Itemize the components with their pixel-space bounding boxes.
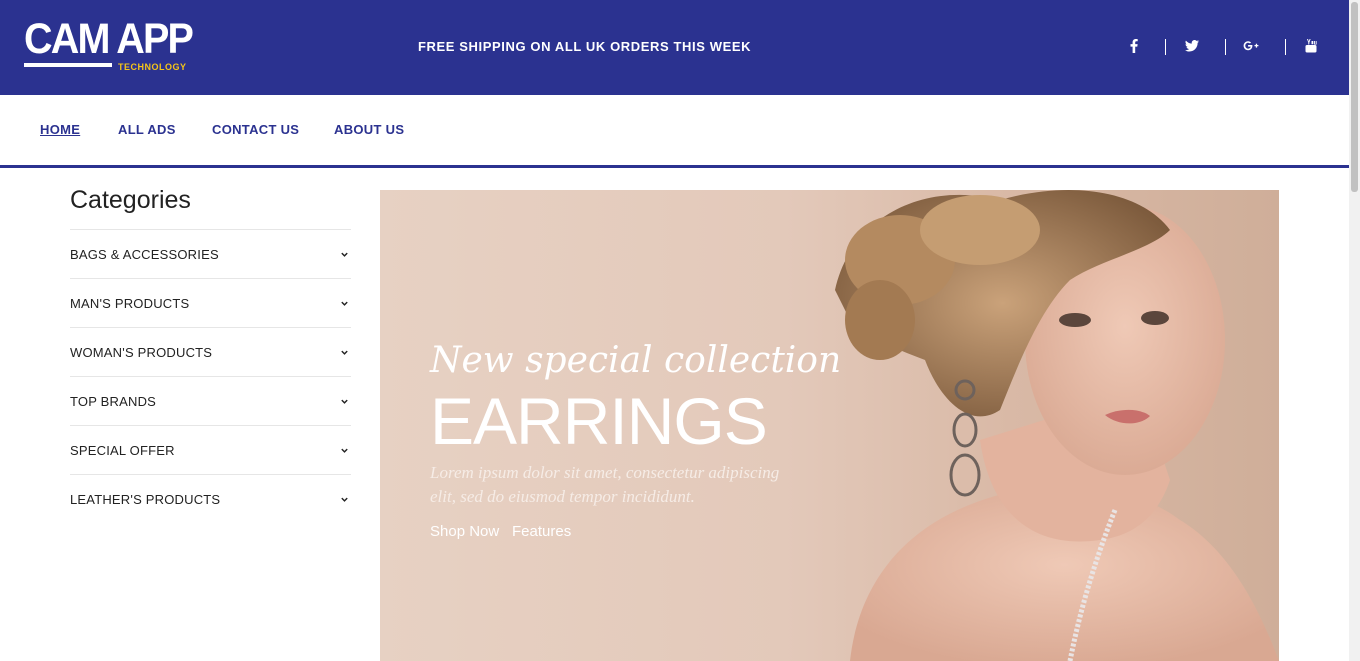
divider [1285, 39, 1286, 55]
nav-all-ads[interactable]: ALL ADS [118, 122, 176, 137]
page-scrollbar[interactable] [1349, 0, 1360, 661]
hero-tagline: New special collection [430, 340, 842, 381]
hero-banner[interactable]: New special collection EARRINGS Lorem ip… [380, 190, 1279, 661]
category-list: BAGS & ACCESSORIES MAN'S PRODUCTS WOMAN'… [70, 229, 351, 523]
main-nav: HOME ALL ADS CONTACT US ABOUT US [0, 95, 1349, 168]
logo-subtext: TECHNOLOGY [118, 62, 187, 72]
youtube-icon[interactable] [1299, 36, 1323, 56]
category-item[interactable]: LEATHER'S PRODUCTS [70, 474, 351, 523]
chevron-down-icon [341, 448, 348, 453]
chevron-down-icon [341, 301, 348, 306]
category-item[interactable]: WOMAN'S PRODUCTS [70, 327, 351, 376]
divider [1165, 39, 1166, 55]
logo-text: CAM APP [24, 15, 194, 63]
category-item[interactable]: TOP BRANDS [70, 376, 351, 425]
features-button[interactable]: Features [512, 523, 571, 540]
category-label: LEATHER'S PRODUCTS [70, 492, 221, 507]
promo-text: FREE SHIPPING ON ALL UK ORDERS THIS WEEK [418, 39, 752, 54]
top-bar: CAM APP TECHNOLOGY FREE SHIPPING ON ALL … [0, 0, 1349, 95]
category-label: TOP BRANDS [70, 394, 157, 409]
nav-about-us[interactable]: ABOUT US [334, 122, 404, 137]
category-item[interactable]: BAGS & ACCESSORIES [70, 229, 351, 278]
twitter-icon[interactable] [1180, 36, 1204, 56]
nav-contact-us[interactable]: CONTACT US [212, 122, 299, 137]
hero-description: Lorem ipsum dolor sit amet, consectetur … [430, 463, 780, 506]
category-label: SPECIAL OFFER [70, 443, 175, 458]
chevron-down-icon [341, 252, 348, 257]
nav-home[interactable]: HOME [40, 122, 80, 137]
category-label: MAN'S PRODUCTS [70, 296, 190, 311]
chevron-down-icon [341, 350, 348, 355]
hero-title: EARRINGS [430, 384, 768, 458]
scrollbar-thumb[interactable] [1351, 2, 1358, 192]
category-label: BAGS & ACCESSORIES [70, 247, 219, 262]
category-item[interactable]: SPECIAL OFFER [70, 425, 351, 474]
google-plus-icon[interactable] [1239, 36, 1263, 56]
shop-now-button[interactable]: Shop Now [430, 523, 499, 540]
logo-underline [24, 63, 112, 67]
category-label: WOMAN'S PRODUCTS [70, 345, 213, 360]
chevron-down-icon [341, 497, 348, 502]
category-item[interactable]: MAN'S PRODUCTS [70, 278, 351, 327]
facebook-icon[interactable] [1122, 36, 1146, 56]
divider [1225, 39, 1226, 55]
chevron-down-icon [341, 399, 348, 404]
categories-title: Categories [70, 186, 191, 214]
logo[interactable]: CAM APP TECHNOLOGY [24, 15, 204, 74]
